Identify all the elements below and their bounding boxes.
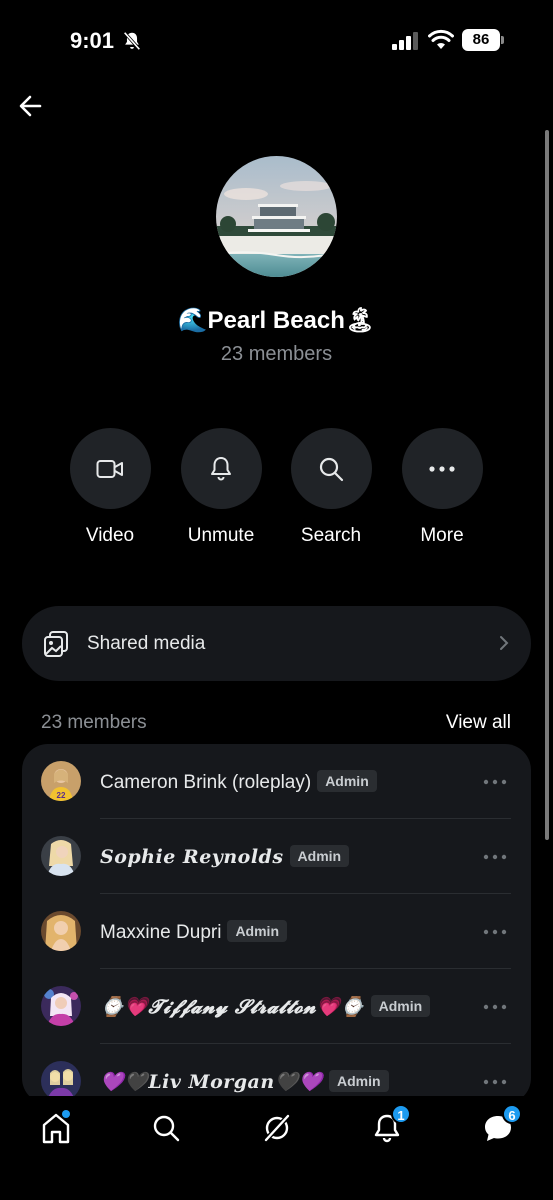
search-label: Search	[300, 525, 362, 546]
admin-badge: Admin	[317, 770, 377, 792]
member-name-text: Cameron Brink (roleplay)	[100, 772, 312, 793]
avatar[interactable]: 22	[41, 761, 81, 801]
more-icon	[429, 465, 455, 472]
more-button[interactable]: More	[392, 428, 492, 547]
bell-off-icon	[123, 31, 141, 51]
status-time: 9:01	[70, 28, 115, 53]
member-name-text: ⌚💗𝓣𝓲𝓯𝓯𝓪𝓷𝔂 𝓢𝓽𝓻𝓪𝓽𝓽𝓸𝓷💗⌚	[100, 996, 365, 1018]
admin-badge: Admin	[329, 1070, 389, 1092]
member-name: ⌚💗𝓣𝓲𝓯𝓯𝓪𝓷𝔂 𝓢𝓽𝓻𝓪𝓽𝓽𝓸𝓷💗⌚ Admin	[100, 995, 431, 1018]
more-options-icon[interactable]	[483, 924, 507, 940]
member-row[interactable]: 𝑺𝒐𝒑𝒉𝒊𝒆 𝑹𝒆𝒚𝒏𝒐𝒍𝒅𝒔 Admin	[22, 819, 531, 894]
member-row[interactable]: 22 Cameron Brink (roleplay) Admin	[22, 744, 531, 819]
messages-badge: 6	[502, 1104, 522, 1124]
chevron-right-icon	[500, 636, 509, 650]
unmute-label: Unmute	[187, 525, 255, 546]
avatar[interactable]	[41, 836, 81, 876]
shared-media-label: Shared media	[87, 633, 206, 654]
battery-level: 86	[462, 29, 500, 51]
unmute-button[interactable]: Unmute	[171, 428, 271, 547]
avatar[interactable]	[41, 911, 81, 951]
member-name: Cameron Brink (roleplay) Admin	[100, 770, 377, 794]
grok-icon	[263, 1113, 291, 1143]
search-button[interactable]: Search	[281, 428, 381, 547]
battery-indicator: 86	[462, 29, 504, 51]
members-list: 22 Cameron Brink (roleplay) Admin 𝑺𝒐𝒑𝒉𝒊𝒆 …	[22, 744, 531, 1104]
member-name: 𝑺𝒐𝒑𝒉𝒊𝒆 𝑹𝒆𝒚𝒏𝒐𝒍𝒅𝒔 Admin	[100, 845, 350, 868]
nav-messages[interactable]: 6	[478, 1104, 522, 1146]
avatar[interactable]	[41, 986, 81, 1026]
avatar[interactable]	[41, 1061, 81, 1101]
more-options-icon[interactable]	[483, 999, 507, 1015]
status-bar: 9:01 86	[0, 0, 553, 80]
home-icon	[42, 1113, 70, 1144]
wifi-icon	[428, 29, 454, 49]
member-row[interactable]: 💜🖤𝑳𝒊𝒗 𝑴𝒐𝒓𝒈𝒂𝒏🖤💜 Admin	[22, 1044, 531, 1104]
home-unread-dot	[62, 1110, 70, 1118]
media-icon	[44, 631, 68, 657]
member-name-text: 𝑺𝒐𝒑𝒉𝒊𝒆 𝑹𝒆𝒚𝒏𝒐𝒍𝒅𝒔	[100, 846, 284, 868]
more-options-icon[interactable]	[483, 1074, 507, 1090]
back-arrow-icon[interactable]	[16, 92, 46, 120]
video-icon	[96, 459, 123, 478]
bell-icon	[211, 456, 231, 480]
bottom-nav: 1 6	[0, 1096, 553, 1200]
view-all-link[interactable]: View all	[446, 712, 511, 734]
search-icon	[319, 457, 344, 481]
member-name: 💜🖤𝑳𝒊𝒗 𝑴𝒐𝒓𝒈𝒂𝒏🖤💜 Admin	[100, 1070, 389, 1093]
action-bar: Video Unmute Search More	[0, 428, 553, 558]
member-name-text: Maxxine Dupri	[100, 922, 222, 943]
group-avatar[interactable]	[216, 156, 337, 277]
more-label: More	[420, 525, 464, 546]
more-options-icon[interactable]	[483, 774, 507, 790]
nav-notifications[interactable]: 1	[367, 1104, 411, 1146]
group-title: 🌊Pearl Beach🏝	[177, 307, 376, 334]
cellular-signal-icon	[392, 32, 418, 50]
member-name-text: 💜🖤𝑳𝒊𝒗 𝑴𝒐𝒓𝒈𝒂𝒏🖤💜	[100, 1071, 323, 1093]
member-row[interactable]: ⌚💗𝓣𝓲𝓯𝓯𝓪𝓷𝔂 𝓢𝓽𝓻𝓪𝓽𝓽𝓸𝓷💗⌚ Admin	[22, 969, 531, 1044]
shared-media-row[interactable]: Shared media	[22, 606, 531, 681]
nav-home[interactable]	[36, 1110, 76, 1146]
nav-search[interactable]	[146, 1110, 186, 1146]
group-member-count: 23 members	[220, 343, 333, 365]
admin-badge: Admin	[227, 920, 287, 942]
nav-grok[interactable]	[257, 1110, 297, 1146]
member-name: Maxxine Dupri Admin	[100, 920, 287, 944]
video-button[interactable]: Video	[60, 428, 160, 547]
video-label: Video	[85, 525, 135, 546]
svg-text:22: 22	[57, 791, 66, 800]
more-options-icon[interactable]	[483, 849, 507, 865]
admin-badge: Admin	[289, 845, 350, 867]
members-count-label: 23 members	[41, 712, 147, 733]
search-icon	[153, 1115, 180, 1142]
admin-badge: Admin	[370, 995, 431, 1017]
member-row[interactable]: Maxxine Dupri Admin	[22, 894, 531, 969]
notifications-badge: 1	[391, 1104, 411, 1124]
